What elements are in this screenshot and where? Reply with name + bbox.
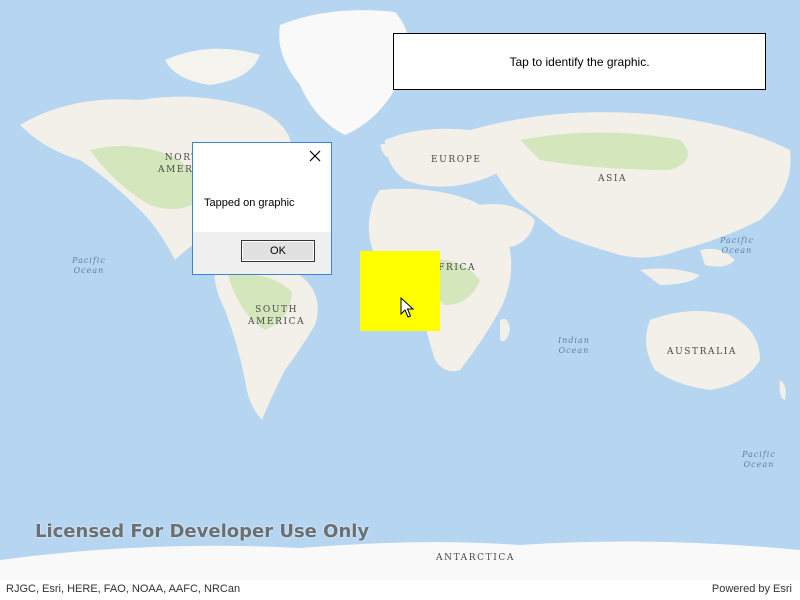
mouse-pointer-icon xyxy=(400,297,414,318)
ocean-label-pacific-east: Pacific Ocean xyxy=(720,236,754,255)
dialog-footer: OK xyxy=(193,232,331,274)
continent-label-antarctica: ANTARCTICA xyxy=(436,553,515,563)
yellow-square-graphic[interactable] xyxy=(360,251,440,331)
map-view[interactable]: Pacific Ocean Pacific Ocean Pacific Ocea… xyxy=(0,0,800,600)
continent-label-south-america: SOUTH AMERICA xyxy=(248,305,306,327)
attribution-bar: RJGC, Esri, HERE, FAO, NOAA, AAFC, NRCan… xyxy=(0,580,800,600)
message-dialog: Tapped on graphic OK xyxy=(192,142,332,275)
instructions-text: Tap to identify the graphic. xyxy=(509,54,650,69)
close-icon xyxy=(309,150,321,162)
ocean-label-pacific-west: Pacific Ocean xyxy=(72,256,106,275)
attribution-text[interactable]: RJGC, Esri, HERE, FAO, NOAA, AAFC, NRCan xyxy=(6,583,240,595)
ocean-label-indian: Indian Ocean xyxy=(558,336,590,355)
close-button[interactable] xyxy=(306,147,324,165)
continent-label-asia: ASIA xyxy=(598,174,628,184)
ocean-label-pacific-east-lower: Pacific Ocean xyxy=(742,450,776,469)
developer-watermark: Licensed For Developer Use Only xyxy=(35,521,370,542)
dialog-message: Tapped on graphic xyxy=(204,197,295,209)
instructions-panel: Tap to identify the graphic. xyxy=(393,33,766,90)
powered-by-esri[interactable]: Powered by Esri xyxy=(712,583,792,595)
ok-button[interactable]: OK xyxy=(241,240,315,262)
continent-label-europe: EUROPE xyxy=(431,155,482,165)
continent-label-australia: AUSTRALIA xyxy=(667,347,737,357)
